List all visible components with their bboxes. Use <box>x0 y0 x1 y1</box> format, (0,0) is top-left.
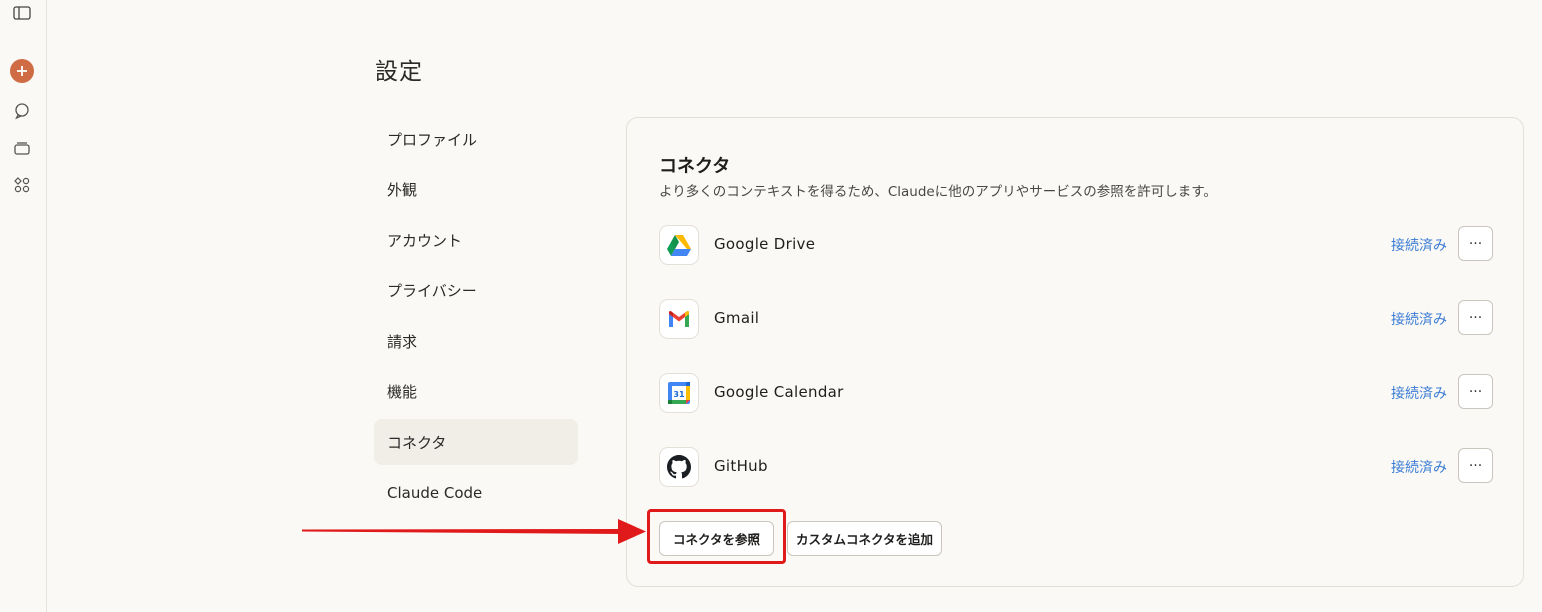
sidebar-toggle-icon[interactable] <box>9 0 35 26</box>
connector-status[interactable]: 接続済み <box>1391 383 1447 403</box>
chats-icon[interactable] <box>9 98 35 124</box>
connector-status[interactable]: 接続済み <box>1391 235 1447 255</box>
nav-item-appearance[interactable]: 外観 <box>374 167 578 213</box>
add-custom-connector-button[interactable]: カスタムコネクタを追加 <box>787 521 942 556</box>
gmail-icon <box>659 299 699 339</box>
red-arrow-icon <box>302 519 646 544</box>
calendar-date-text: 31 <box>673 390 685 399</box>
settings-nav: プロファイル 外観 アカウント プライバシー 請求 機能 コネクタ Claude… <box>374 116 578 520</box>
connector-row: GitHub 接続済み ··· <box>659 447 1493 491</box>
artifacts-icon[interactable] <box>9 172 35 198</box>
more-options-button[interactable]: ··· <box>1458 300 1493 335</box>
github-icon <box>659 447 699 487</box>
connector-name: GitHub <box>714 457 768 475</box>
nav-item-privacy[interactable]: プライバシー <box>374 268 578 314</box>
connector-row: 31 Google Calendar 接続済み ··· <box>659 373 1493 417</box>
nav-item-claude-code[interactable]: Claude Code <box>374 470 578 516</box>
highlight-box <box>647 509 786 564</box>
connector-name: Google Calendar <box>714 383 844 401</box>
nav-item-billing[interactable]: 請求 <box>374 318 578 364</box>
connector-status[interactable]: 接続済み <box>1391 309 1447 329</box>
page-title: 設定 <box>375 59 423 85</box>
connector-name: Google Drive <box>714 235 816 253</box>
nav-item-profile[interactable]: プロファイル <box>374 116 578 162</box>
nav-item-features[interactable]: 機能 <box>374 369 578 415</box>
projects-icon[interactable] <box>9 135 35 161</box>
new-chat-button[interactable] <box>9 58 35 84</box>
nav-item-account[interactable]: アカウント <box>374 217 578 263</box>
connector-status[interactable]: 接続済み <box>1391 457 1447 477</box>
left-rail <box>0 0 47 612</box>
more-options-button[interactable]: ··· <box>1458 226 1493 261</box>
connector-name: Gmail <box>714 309 760 327</box>
connector-row: Google Drive 接続済み ··· <box>659 225 1493 269</box>
more-options-button[interactable]: ··· <box>1458 374 1493 409</box>
connectors-description: より多くのコンテキストを得るため、Claudeに他のアプリやサービスの参照を許可… <box>659 184 1217 200</box>
plus-icon <box>10 59 34 83</box>
connectors-title: コネクタ <box>659 156 731 177</box>
nav-item-connectors[interactable]: コネクタ <box>374 419 578 465</box>
more-options-button[interactable]: ··· <box>1458 448 1493 483</box>
connector-row: Gmail 接続済み ··· <box>659 299 1493 343</box>
google-calendar-icon: 31 <box>659 373 699 413</box>
google-drive-icon <box>659 225 699 265</box>
